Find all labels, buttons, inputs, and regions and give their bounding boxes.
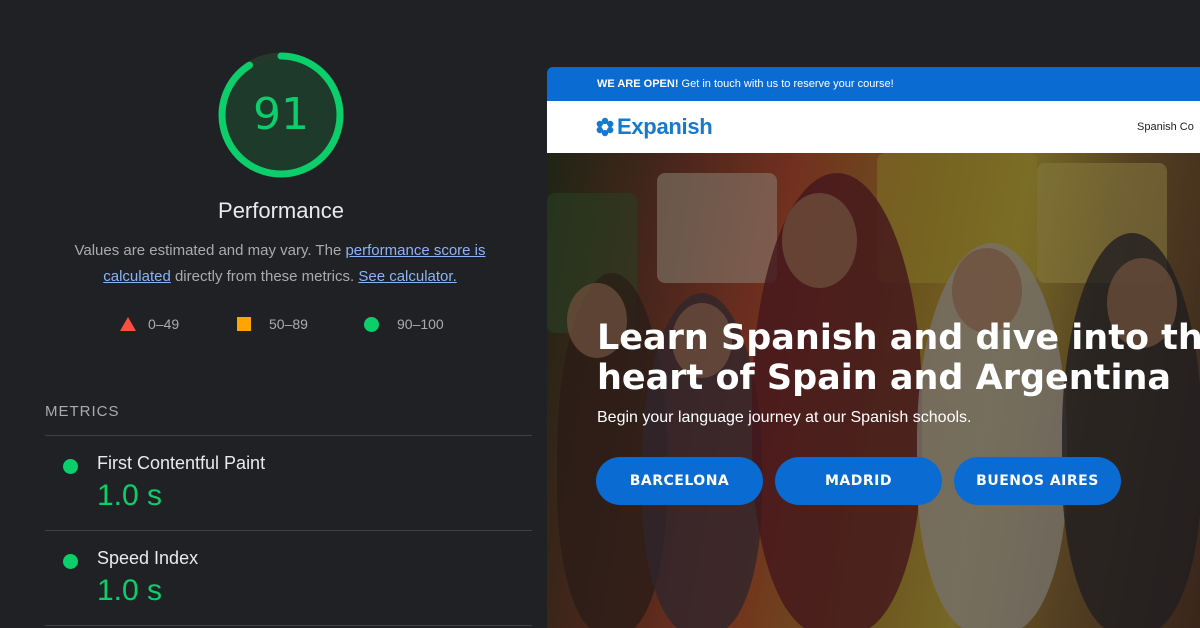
metric-first-contentful-paint: First Contentful Paint 1.0 s (63, 453, 523, 533)
divider (45, 625, 532, 626)
flower-logo-icon (596, 117, 614, 137)
gauge-title: Performance (218, 198, 344, 223)
legend-item-average: 50–89 (237, 316, 308, 332)
metric-value: 1.0 s (97, 574, 163, 607)
legend-label: 50–89 (269, 316, 308, 332)
logo-text: Expanish (617, 114, 713, 139)
hero-subtitle: Begin your language journey at our Spani… (597, 409, 972, 426)
square-icon (237, 317, 251, 331)
buenos-aires-button[interactable]: BUENOS AIRES (954, 457, 1121, 505)
metric-speed-index: Speed Index 1.0 s (63, 548, 523, 628)
legend-label: 0–49 (148, 316, 180, 332)
madrid-button[interactable]: MADRID (775, 457, 942, 505)
hero-title-line-2: heart of Spain and Argentina (597, 358, 1171, 398)
performance-score: 91 (253, 89, 309, 140)
legend-item-fail: 0–49 (120, 316, 179, 332)
see-calculator-link[interactable]: See calculator. (358, 268, 456, 285)
pass-circle-icon (63, 554, 78, 569)
metric-label: Speed Index (97, 548, 199, 568)
score-legend: 0–49 50–89 90–100 (0, 316, 562, 336)
score-description: Values are estimated and may vary. The p… (60, 238, 500, 290)
description-text-2: directly from these metrics. (170, 268, 359, 285)
pass-circle-icon (63, 459, 78, 474)
metrics-heading: METRICS (45, 403, 120, 420)
announcement-bar: WE ARE OPEN! Get in touch with us to res… (547, 67, 1200, 101)
website-preview: WE ARE OPEN! Get in touch with us to res… (547, 67, 1200, 628)
divider (45, 435, 532, 436)
triangle-icon (120, 317, 136, 331)
metric-label: First Contentful Paint (97, 453, 266, 473)
lighthouse-panel: 91 Performance Values are estimated and … (0, 0, 547, 628)
announcement-bold: WE ARE OPEN! (597, 78, 679, 90)
legend-label: 90–100 (397, 316, 444, 332)
site-navbar: Expanish Spanish Co (547, 101, 1200, 153)
circle-icon (364, 316, 379, 332)
description-text: Values are estimated and may vary. The (74, 242, 346, 259)
announcement-message: Get in touch with us to reserve your cou… (678, 78, 894, 90)
announcement-text: WE ARE OPEN! Get in touch with us to res… (597, 67, 894, 101)
barcelona-button[interactable]: BARCELONA (596, 457, 763, 505)
divider (45, 530, 532, 531)
hero-section: Learn Spanish and dive into th heart of … (547, 153, 1200, 628)
hero-title-line-1: Learn Spanish and dive into th (597, 318, 1200, 358)
legend-item-pass: 90–100 (364, 316, 444, 332)
hero-title: Learn Spanish and dive into th heart of … (597, 318, 1200, 398)
metric-value: 1.0 s (97, 479, 163, 512)
performance-gauge: 91 (218, 52, 344, 178)
nav-link-spanish-courses[interactable]: Spanish Co (1137, 121, 1194, 133)
expanish-logo[interactable]: Expanish (595, 111, 713, 143)
